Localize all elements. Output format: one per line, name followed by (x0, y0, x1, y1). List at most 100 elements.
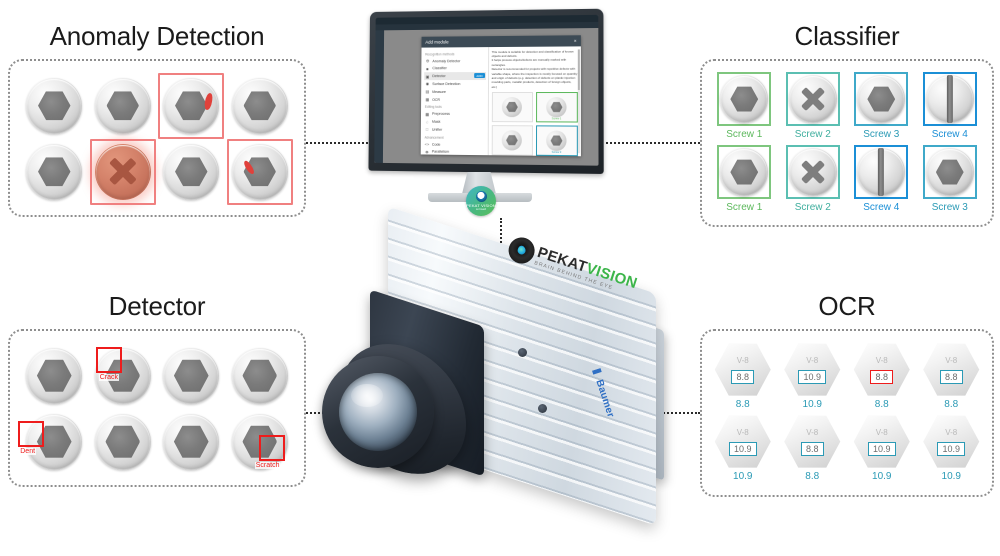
nut-marking: V-8 (806, 355, 819, 365)
nut-marking: V-8 (736, 427, 749, 437)
sample-thumbnails: Screw 1 Screw 3 (491, 91, 578, 156)
dialog-scrollbar[interactable] (577, 49, 580, 153)
ocr-detection-box: 8.8 (800, 441, 824, 456)
hex-nut: V-8 8.8 (714, 343, 771, 396)
screw-hex (163, 413, 220, 470)
app-body: Add module × Recognition methods ⚙ Anoma… (374, 27, 599, 166)
classifier-title: Classifier (794, 21, 900, 51)
classifier-item: Screw 2 (785, 145, 840, 214)
menu-item-detector[interactable]: ▣ Detector ADD (424, 72, 486, 81)
classifier-frame (922, 72, 977, 127)
screw-cross (788, 75, 837, 124)
classifier-frame (785, 72, 840, 127)
menu-item-label: Measure (432, 89, 446, 94)
anomaly-item-flagged (226, 138, 293, 205)
screw-hex (94, 77, 151, 134)
menu-item-label: Surface Detection (432, 82, 461, 87)
classifier-label: Screw 3 (863, 129, 900, 141)
module-menu: Recognition methods ⚙ Anomaly Detector ■… (420, 46, 489, 155)
hex-nut: V-8 8.8 (784, 415, 841, 468)
detector-bounding-box (18, 420, 45, 447)
menu-item-parallelism[interactable]: ☸ Parallelism (424, 148, 486, 155)
screw-hex (546, 130, 567, 151)
classifier-item: Screw 4 (922, 72, 977, 141)
hex-socket-icon (173, 425, 209, 458)
classifier-item: Screw 1 (717, 145, 772, 213)
classifier-frame (854, 145, 909, 200)
menu-item-surface-detection[interactable]: ◉ Surface Detection (424, 80, 486, 88)
branch-icon: ☸ (425, 149, 429, 155)
classifier-label: Screw 2 (794, 129, 831, 141)
description-line: It helps process objects/defects are man… (491, 58, 567, 67)
detector-item-defect: Dent (18, 409, 87, 475)
detector-label: Crack (98, 373, 120, 381)
menu-item-measure[interactable]: ▤ Measure (424, 88, 486, 96)
classifier-panel-box: Screw 1 Screw 2 Screw 3 Screw 4 Screw 1 … (700, 58, 994, 227)
screw-hex (163, 347, 220, 404)
add-module-button[interactable]: ADD (474, 73, 485, 79)
menu-item-label: Code (431, 142, 441, 147)
text-icon: ▦ (425, 96, 430, 102)
menu-item-unifier[interactable]: □ Unifier (424, 126, 486, 134)
slot-socket-icon (878, 148, 885, 197)
hex-socket-icon (551, 135, 563, 146)
menu-item-label: Parallelism (431, 150, 450, 155)
hex-socket-icon (506, 135, 518, 146)
surface-icon: ◉ (425, 81, 430, 87)
classifier-frame (922, 145, 977, 200)
screw-slot (857, 148, 906, 197)
screw-hex (546, 97, 567, 118)
screw-hex (857, 75, 906, 124)
sample-thumb-selected[interactable]: Screw 1 (535, 91, 578, 123)
classifier-label: Screw 2 (794, 202, 831, 214)
monitor: Add module × Recognition methods ⚙ Anoma… (366, 8, 606, 218)
screw-hex (26, 77, 83, 134)
description-line: Detector is recommended for projects wit… (491, 66, 578, 89)
ocr-item-error: V-8 8.8 8.8 (853, 343, 910, 410)
sample-thumb[interactable] (491, 91, 533, 123)
cross-socket-icon (799, 159, 826, 186)
screw-hex (26, 143, 83, 200)
screw-hex (231, 347, 288, 404)
eye-icon (475, 191, 487, 202)
camera-screw-icon (538, 404, 547, 413)
sample-thumb[interactable] (491, 125, 533, 156)
hex-nut: V-8 10.9 (853, 415, 910, 468)
menu-item-ocr[interactable]: ▦ OCR (424, 96, 486, 104)
classifier-grid: Screw 1 Screw 2 Screw 3 Screw 4 Screw 1 … (710, 71, 984, 215)
app-canvas: Add module × Recognition methods ⚙ Anoma… (383, 28, 599, 166)
sample-thumb-selected[interactable]: Screw 3 (535, 125, 578, 156)
sample-thumb-label: Screw 3 (551, 150, 562, 154)
hex-socket-icon (105, 425, 141, 458)
close-icon[interactable]: × (574, 38, 577, 43)
layers-icon: □ (425, 127, 429, 133)
anomaly-item-flagged (89, 138, 156, 205)
menu-item-classifier[interactable]: ■ Classifier (424, 65, 486, 73)
hex-nut: V-8 8.8 (923, 343, 980, 396)
ocr-item: V-8 8.8 8.8 (923, 343, 980, 410)
tag-icon: ■ (426, 66, 429, 72)
screw-hex (26, 347, 83, 404)
connector-anomaly-to-monitor (306, 142, 368, 144)
detector-item (227, 343, 293, 409)
cross-socket-icon (107, 156, 138, 187)
ocr-read-value: 8.8 (874, 398, 889, 410)
screw-hex (94, 413, 151, 470)
detector-bounding-box (95, 346, 122, 373)
classifier-item: Screw 3 (854, 72, 909, 141)
ocr-panel-box: V-8 8.8 8.8 V-8 10.9 10.9 V-8 8.8 8.8 V-… (700, 328, 994, 497)
classifier-frame (717, 72, 772, 127)
detector-item (158, 343, 224, 409)
ocr-item: V-8 10.9 10.9 (853, 415, 910, 482)
classifier-label: Screw 4 (931, 129, 968, 141)
badge-tagline: on board (475, 208, 487, 211)
menu-item-label: OCR (432, 97, 441, 102)
classifier-frame (854, 72, 909, 127)
anomaly-item (158, 139, 224, 205)
camera-screw-icon (518, 348, 527, 357)
menu-item-label: Detector (432, 74, 446, 79)
hex-nut: V-8 10.9 (784, 343, 841, 396)
menu-section-heading: Editing tools (424, 105, 442, 110)
anomaly-item (227, 73, 293, 139)
hex-socket-icon (38, 91, 71, 121)
